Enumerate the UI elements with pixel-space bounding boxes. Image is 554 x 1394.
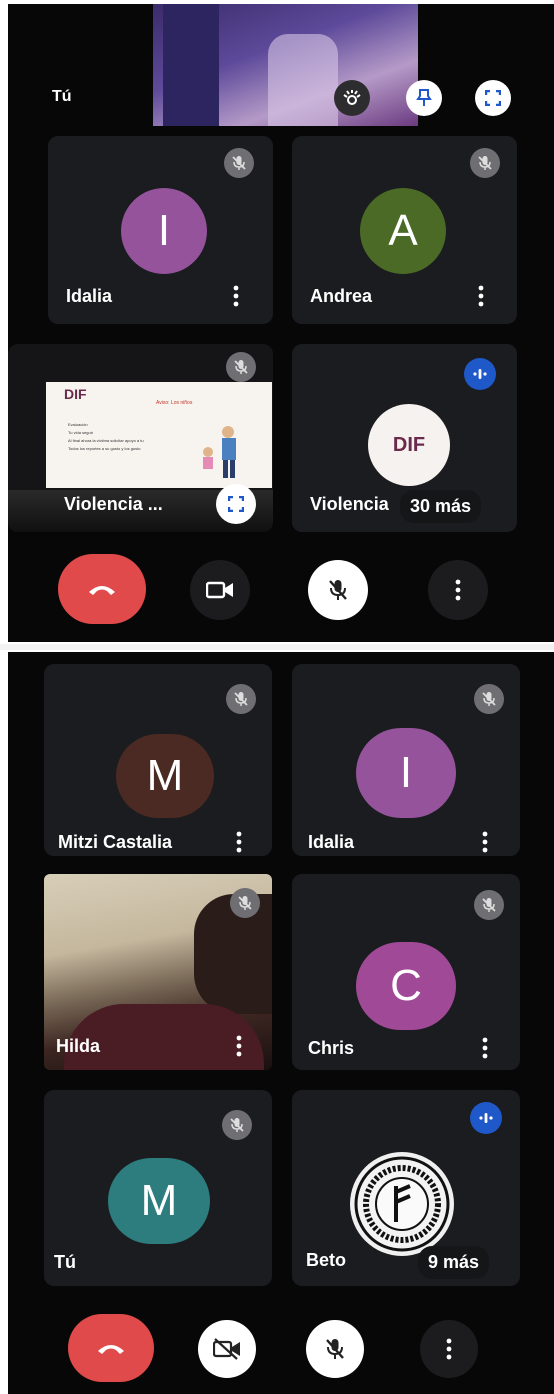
participant-tile[interactable]: M Tú [44, 1090, 272, 1286]
muted-mic-icon [226, 352, 256, 382]
participant-tile[interactable]: Hilda [44, 874, 272, 1070]
phone-hangup-icon [98, 1345, 124, 1354]
slide-title: Aviso: Los niños [156, 400, 193, 406]
microphone-button[interactable] [308, 560, 368, 620]
participant-name: Beto [306, 1250, 346, 1270]
pin-icon [416, 89, 432, 106]
speaking-indicator-icon [464, 358, 496, 390]
effects-button[interactable] [334, 80, 370, 116]
fullscreen-icon [485, 90, 501, 106]
participant-name: Violencia ... [64, 494, 163, 514]
rune-seal-avatar [350, 1152, 454, 1256]
muted-mic-icon [222, 1110, 252, 1140]
avatar: M [116, 734, 214, 818]
fullscreen-icon [228, 496, 244, 512]
participant-tile[interactable]: M Mitzi Castalia [44, 664, 272, 856]
muted-mic-icon [474, 684, 504, 714]
more-options-icon[interactable] [229, 284, 243, 308]
more-options-icon[interactable] [474, 284, 488, 308]
microphone-button[interactable] [306, 1320, 364, 1378]
more-options-icon[interactable] [478, 830, 492, 854]
fullscreen-button[interactable] [216, 484, 256, 524]
participant-tile[interactable]: DIF Violencia 30 más [292, 344, 517, 532]
mic-off-icon [326, 1339, 344, 1359]
slide-bullet: Al final ahora la victima solicitar apoy… [68, 438, 144, 443]
effects-icon [343, 90, 361, 105]
call-screen-1: Tú I Idalia A Andrea DIF Aviso: Los niño… [8, 4, 554, 642]
slide-bullet: Todos los reportes a su gusto y los gust… [68, 446, 141, 451]
participant-name: Violencia [310, 494, 389, 514]
speaking-indicator-icon [470, 1102, 502, 1134]
participant-name: Hilda [56, 1036, 101, 1056]
participant-tile[interactable]: A Andrea [292, 136, 517, 324]
screenshot-divider [0, 644, 554, 650]
dif-logo-avatar: DIF [368, 404, 450, 486]
video-camera-icon [206, 581, 233, 599]
shared-slide: DIF Aviso: Los niños Evaluación Tu vida … [46, 382, 272, 488]
muted-mic-icon [230, 888, 260, 918]
avatar: I [356, 728, 456, 818]
participant-tile[interactable]: C Chris [292, 874, 520, 1070]
muted-mic-icon [470, 148, 500, 178]
muted-mic-icon [226, 684, 256, 714]
participant-tile[interactable]: Beto 9 más [292, 1090, 520, 1286]
camera-button[interactable] [198, 1320, 256, 1378]
participant-name: Andrea [310, 286, 373, 306]
fullscreen-button[interactable] [475, 80, 511, 116]
hang-up-button[interactable] [68, 1314, 154, 1382]
self-video-preview [153, 4, 418, 126]
avatar: M [108, 1158, 210, 1244]
slide-bullet: Tu vida seguir [68, 430, 93, 435]
participant-tile[interactable]: I Idalia [48, 136, 273, 324]
more-options-icon [455, 579, 461, 601]
participant-name: Mitzi Castalia [58, 832, 173, 852]
camera-button[interactable] [190, 560, 250, 620]
participant-name: Chris [308, 1038, 355, 1058]
more-options-icon [446, 1338, 452, 1360]
call-screen-2: M Mitzi Castalia I Idalia Hilda C Chris … [8, 652, 554, 1394]
presentation-tile[interactable]: DIF Aviso: Los niños Evaluación Tu vida … [8, 344, 273, 532]
more-options-button[interactable] [428, 560, 488, 620]
slide-bullet: Evaluación [68, 422, 88, 427]
phone-hangup-icon [89, 586, 115, 595]
participant-name: Idalia [308, 832, 355, 852]
pin-button[interactable] [406, 80, 442, 116]
slide-illustration [203, 426, 236, 478]
more-options-icon[interactable] [232, 1034, 246, 1058]
hang-up-button[interactable] [58, 554, 146, 624]
muted-mic-icon [474, 890, 504, 920]
more-participants-badge[interactable]: 9 más [418, 1246, 490, 1279]
more-options-button[interactable] [420, 1320, 478, 1378]
dif-logo: DIF [64, 386, 87, 402]
avatar: I [121, 188, 207, 274]
self-label: Tú [52, 88, 72, 105]
more-options-icon[interactable] [478, 1036, 492, 1060]
muted-mic-icon [224, 148, 254, 178]
more-participants-badge[interactable]: 30 más [400, 490, 482, 523]
participant-name: Tú [54, 1252, 76, 1272]
avatar: C [356, 942, 456, 1030]
participant-tile[interactable]: I Idalia [292, 664, 520, 856]
video-camera-off-icon [213, 1338, 240, 1360]
more-options-icon[interactable] [232, 830, 246, 854]
participant-name: Idalia [66, 286, 113, 306]
mic-off-icon [329, 580, 347, 600]
avatar: A [360, 188, 446, 274]
